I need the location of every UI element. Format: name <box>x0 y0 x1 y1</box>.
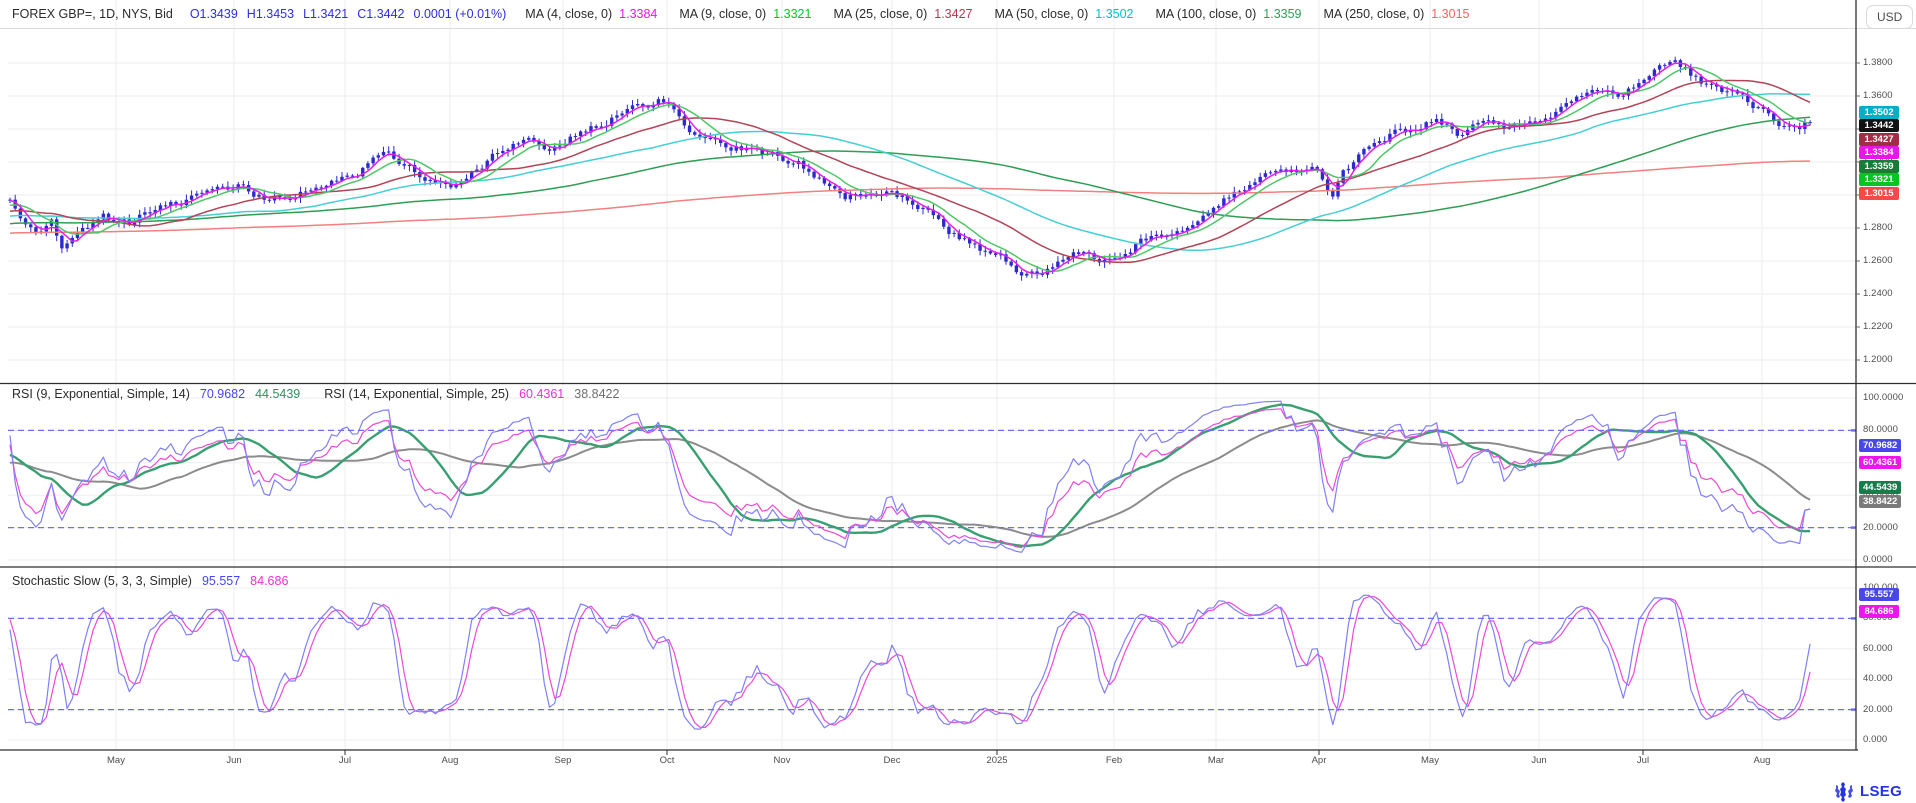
axis-price-badge: 1.3384 <box>1859 146 1899 159</box>
instrument-title: FOREX GBP=, 1D, NYS, Bid <box>12 7 173 21</box>
month-label: Nov <box>760 755 804 766</box>
month-label: Jul <box>323 755 367 766</box>
axis-price-badge: 1.3442 <box>1859 119 1899 132</box>
chart-canvas[interactable] <box>0 0 1916 803</box>
rsi2-value: 60.4361 <box>519 387 564 401</box>
ma-legend-item: MA (250, close, 0)1.3015 <box>1324 7 1470 21</box>
close-value: C1.3442 <box>357 7 404 21</box>
ma-legend-item: MA (50, close, 0)1.3502 <box>994 7 1133 21</box>
axis-tick-label: 40.000 <box>1863 673 1893 684</box>
rsi1-avg-value: 44.5439 <box>255 387 300 401</box>
ma-legend-item: MA (4, close, 0)1.3384 <box>525 7 657 21</box>
change-value: 0.0001 (+0.01%) <box>414 7 507 21</box>
month-label: Jun <box>212 755 256 766</box>
stochastic-k-value: 95.557 <box>202 574 240 588</box>
month-label: May <box>94 755 138 766</box>
currency-selector-button[interactable]: USD <box>1866 5 1913 29</box>
chart-app: FOREX GBP=, 1D, NYS, Bid O1.3439 H1.3453… <box>0 0 1916 803</box>
axis-price-badge: 84.686 <box>1859 605 1899 618</box>
axis-tick-label: 0.000 <box>1863 734 1887 745</box>
stochastic-panel-header: Stochastic Slow (5, 3, 3, Simple) 95.557… <box>12 574 288 588</box>
stochastic-d-value: 84.686 <box>250 574 288 588</box>
chart-header: FOREX GBP=, 1D, NYS, Bid O1.3439 H1.3453… <box>12 7 1491 21</box>
axis-tick-label: 1.2800 <box>1863 222 1893 233</box>
axis-tick-label: 1.3800 <box>1863 57 1893 68</box>
month-label: Feb <box>1092 755 1136 766</box>
axis-price-badge: 70.9682 <box>1859 439 1901 452</box>
axis-tick-label: 80.0000 <box>1863 424 1898 435</box>
ma-legend-item: MA (100, close, 0)1.3359 <box>1156 7 1302 21</box>
rsi1-label: RSI (9, Exponential, Simple, 14) <box>12 387 190 401</box>
axis-tick-label: 20.000 <box>1863 704 1893 715</box>
axis-tick-label: 1.2200 <box>1863 321 1893 332</box>
month-label: Sep <box>541 755 585 766</box>
month-label: May <box>1408 755 1452 766</box>
axis-price-badge: 1.3502 <box>1859 106 1899 119</box>
axis-price-badge: 1.3321 <box>1859 173 1899 186</box>
axis-tick-label: 20.0000 <box>1863 522 1898 533</box>
month-label: 2025 <box>975 755 1019 766</box>
axis-tick-label: 1.2400 <box>1863 288 1893 299</box>
stochastic-label: Stochastic Slow (5, 3, 3, Simple) <box>12 574 192 588</box>
ma-legend-item: MA (9, close, 0)1.3321 <box>679 7 811 21</box>
lseg-logo-text: LSEG <box>1860 783 1902 800</box>
axis-tick-label: 1.3600 <box>1863 90 1893 101</box>
open-value: O1.3439 <box>190 7 238 21</box>
axis-tick-label: 100.0000 <box>1863 392 1903 403</box>
month-label: Oct <box>645 755 689 766</box>
axis-price-badge: 95.557 <box>1859 588 1899 601</box>
month-label: Apr <box>1297 755 1341 766</box>
high-value: H1.3453 <box>247 7 294 21</box>
month-label: Jun <box>1517 755 1561 766</box>
month-label: Mar <box>1194 755 1238 766</box>
rsi-panel-header: RSI (9, Exponential, Simple, 14) 70.9682… <box>12 387 619 401</box>
axis-price-badge: 44.5439 <box>1859 481 1901 494</box>
low-value: L1.3421 <box>303 7 348 21</box>
ma-legend: MA (4, close, 0)1.3384 MA (9, close, 0)1.… <box>525 7 1491 21</box>
axis-price-badge: 1.3015 <box>1859 187 1899 200</box>
ma-legend-item: MA (25, close, 0)1.3427 <box>833 7 972 21</box>
axis-price-badge: 38.8422 <box>1859 495 1901 508</box>
month-label: Aug <box>428 755 472 766</box>
axis-tick-label: 60.000 <box>1863 643 1893 654</box>
axis-price-badge: 1.3427 <box>1859 133 1899 146</box>
month-label: Aug <box>1740 755 1784 766</box>
axis-price-badge: 1.3359 <box>1859 160 1899 173</box>
axis-tick-label: 1.2600 <box>1863 255 1893 266</box>
axis-price-badge: 60.4361 <box>1859 456 1901 469</box>
axis-tick-label: 1.2000 <box>1863 354 1893 365</box>
axis-tick-label: 0.0000 <box>1863 554 1893 565</box>
rsi1-value: 70.9682 <box>200 387 245 401</box>
lseg-logo: LSEG <box>1832 781 1902 802</box>
rsi2-avg-value: 38.8422 <box>574 387 619 401</box>
rsi2-label: RSI (14, Exponential, Simple, 25) <box>324 387 509 401</box>
month-label: Jul <box>1621 755 1665 766</box>
lseg-crest-icon <box>1832 781 1856 802</box>
month-label: Dec <box>870 755 914 766</box>
